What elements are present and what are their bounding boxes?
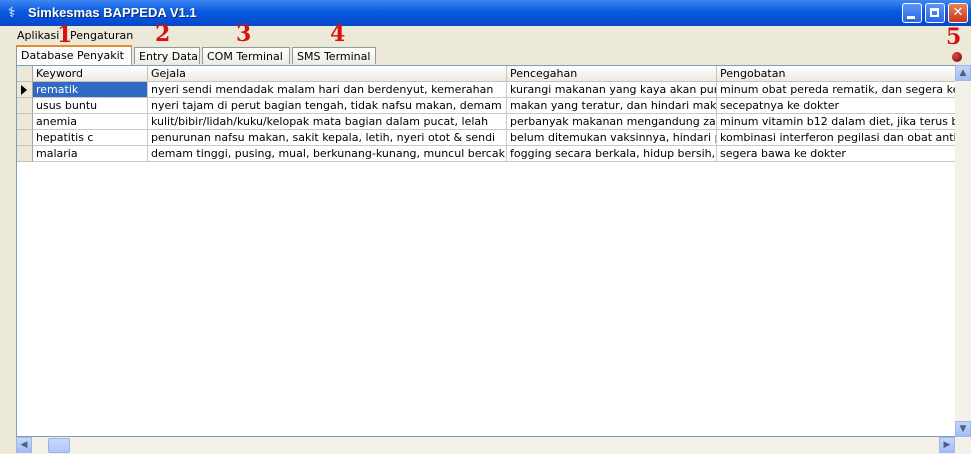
- cell-pencegahan[interactable]: belum ditemukan vaksinnya, hindari penul…: [507, 130, 717, 146]
- annotation-4: 4: [330, 21, 346, 47]
- tab-database-penyakit[interactable]: Database Penyakit: [16, 45, 132, 65]
- tab-close-icon[interactable]: [952, 52, 962, 62]
- data-grid[interactable]: Keyword Gejala Pencegahan Pengobatan rematik…: [16, 65, 971, 437]
- annotation-1: 1: [57, 22, 73, 48]
- vertical-scrollbar[interactable]: ▲ ▼: [955, 65, 971, 437]
- menu-pengaturan[interactable]: Pengaturan: [70, 29, 133, 42]
- header-pengobatan[interactable]: Pengobatan: [717, 66, 970, 82]
- annotation-2: 2: [155, 21, 171, 47]
- cell-gejala[interactable]: kulit/bibir/lidah/kuku/kelopak mata bagi…: [148, 114, 507, 130]
- horizontal-scrollbar[interactable]: ◀ ▶: [16, 437, 971, 454]
- scroll-left-icon[interactable]: ◀: [16, 437, 32, 453]
- header-pencegahan[interactable]: Pencegahan: [507, 66, 717, 82]
- row-selector[interactable]: [17, 146, 33, 162]
- close-button[interactable]: ✕: [948, 3, 968, 23]
- cell-gejala[interactable]: nyeri tajam di perut bagian tengah, tida…: [148, 98, 507, 114]
- cell-keyword[interactable]: hepatitis c: [33, 130, 148, 146]
- cell-pencegahan[interactable]: makan yang teratur, dan hindari makanan: [507, 98, 717, 114]
- row-selector[interactable]: [17, 114, 33, 130]
- cell-gejala[interactable]: nyeri sendi mendadak malam hari dan berd…: [148, 82, 507, 98]
- row-indicator-header: [17, 66, 33, 82]
- cell-keyword[interactable]: malaria: [33, 146, 148, 162]
- cell-pengobatan[interactable]: secepatnya ke dokter: [717, 98, 970, 114]
- row-selector[interactable]: [17, 98, 33, 114]
- cell-pengobatan[interactable]: minum vitamin b12 dalam diet, jika terus…: [717, 114, 970, 130]
- minimize-icon: [903, 4, 921, 22]
- scroll-up-icon[interactable]: ▲: [955, 65, 971, 81]
- row-selector[interactable]: [17, 130, 33, 146]
- maximize-icon: [926, 4, 944, 22]
- window-title: Simkesmas BAPPEDA V1.1: [28, 5, 197, 20]
- annotation-3: 3: [236, 21, 252, 47]
- menu-bar: Aplikasi Pengaturan: [0, 26, 971, 46]
- cell-pencegahan[interactable]: fogging secara berkala, hidup bersih, la: [507, 146, 717, 162]
- scroll-right-icon[interactable]: ▶: [939, 437, 955, 453]
- cell-gejala[interactable]: demam tinggi, pusing, mual, berkunang-ku…: [148, 146, 507, 162]
- close-icon: ✕: [952, 5, 964, 20]
- menu-aplikasi[interactable]: Aplikasi: [17, 29, 59, 42]
- cell-keyword[interactable]: rematik: [33, 82, 148, 98]
- title-bar[interactable]: ⚕ Simkesmas BAPPEDA V1.1 ✕: [0, 0, 971, 26]
- row-selector[interactable]: [17, 82, 33, 98]
- maximize-button[interactable]: [925, 3, 945, 23]
- tab-sms-terminal[interactable]: SMS Terminal: [292, 47, 376, 64]
- cell-keyword[interactable]: usus buntu: [33, 98, 148, 114]
- cell-pengobatan[interactable]: kombinasi interferon pegilasi dan obat a…: [717, 130, 970, 146]
- cell-gejala[interactable]: penurunan nafsu makan, sakit kepala, let…: [148, 130, 507, 146]
- header-keyword[interactable]: Keyword: [33, 66, 148, 82]
- current-row-arrow-icon: [21, 85, 27, 95]
- header-gejala[interactable]: Gejala: [148, 66, 507, 82]
- cell-pengobatan[interactable]: minum obat pereda rematik, dan segera ke…: [717, 82, 970, 98]
- minimize-button[interactable]: [902, 3, 922, 23]
- tab-entry-data[interactable]: Entry Data: [134, 47, 200, 64]
- cell-pencegahan[interactable]: kurangi makanan yang kaya akan purin: [507, 82, 717, 98]
- annotation-5: 5: [946, 24, 962, 50]
- stethoscope-icon: ⚕: [8, 5, 16, 21]
- scroll-down-icon[interactable]: ▼: [955, 421, 971, 437]
- tab-com-terminal[interactable]: COM Terminal: [202, 47, 290, 64]
- horizontal-scroll-thumb[interactable]: [48, 438, 70, 453]
- cell-keyword[interactable]: anemia: [33, 114, 148, 130]
- cell-pengobatan[interactable]: segera bawa ke dokter: [717, 146, 970, 162]
- cell-pencegahan[interactable]: perbanyak makanan mengandung zat besi: [507, 114, 717, 130]
